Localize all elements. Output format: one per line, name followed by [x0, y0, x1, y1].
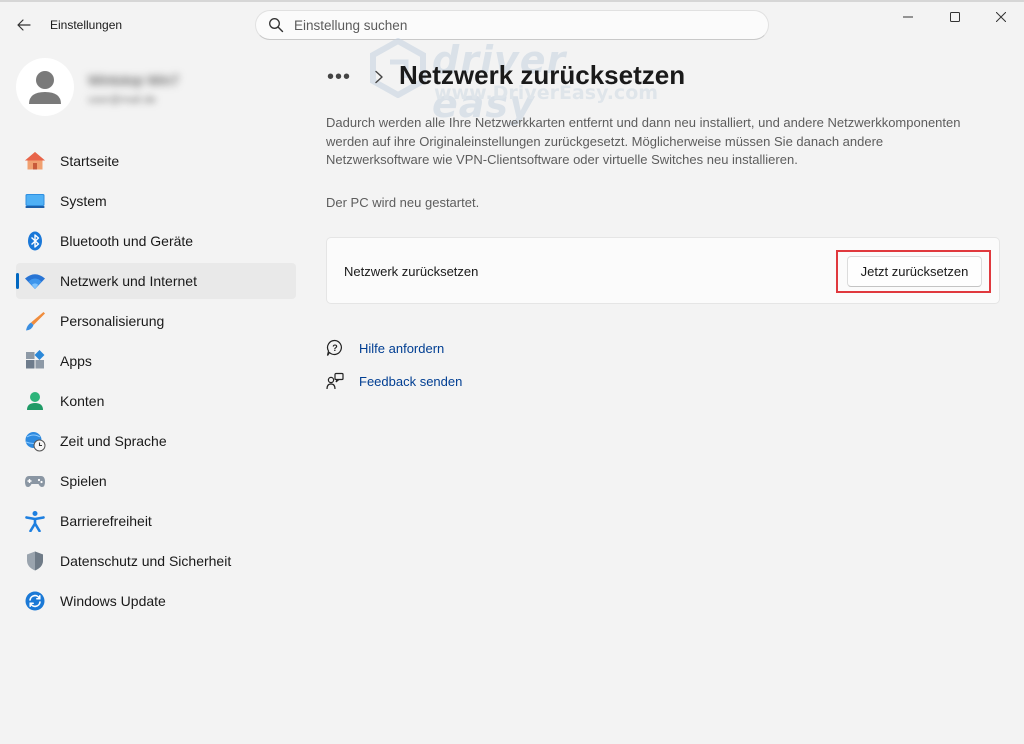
- bluetooth-icon: [24, 230, 46, 252]
- sidebar-item-label: Personalisierung: [60, 313, 165, 329]
- sidebar-item-label: System: [60, 193, 107, 209]
- monitor-icon: [24, 190, 46, 212]
- close-button[interactable]: [978, 0, 1024, 34]
- feedback-icon: [326, 372, 344, 390]
- brush-icon: [24, 310, 46, 332]
- apps-icon: [24, 350, 46, 372]
- sidebar-item-label: Netzwerk und Internet: [60, 273, 197, 289]
- sidebar-item-startseite[interactable]: Startseite: [16, 143, 296, 179]
- sidebar-item-personalisierung[interactable]: Personalisierung: [16, 303, 296, 339]
- maximize-icon: [950, 12, 960, 22]
- send-feedback-label: Feedback senden: [359, 373, 463, 389]
- sidebar-item-konten[interactable]: Konten: [16, 383, 296, 419]
- minimize-button[interactable]: [885, 0, 931, 34]
- back-button[interactable]: [12, 13, 36, 37]
- globe-clock-icon: [24, 430, 46, 452]
- sidebar-item-label: Bluetooth und Geräte: [60, 233, 194, 249]
- search-icon: [268, 17, 284, 33]
- gamepad-icon: [24, 470, 46, 492]
- wifi-icon: [24, 270, 46, 292]
- sidebar-item-datenschutz[interactable]: Datenschutz und Sicherheit: [16, 543, 296, 579]
- sidebar-item-windows-update[interactable]: Windows Update: [16, 583, 296, 619]
- title-bar: Einstellungen: [0, 0, 1024, 50]
- sidebar-item-spielen[interactable]: Spielen: [16, 463, 296, 499]
- app-title: Einstellungen: [50, 18, 123, 32]
- avatar: [16, 58, 74, 116]
- sidebar-item-apps[interactable]: Apps: [16, 343, 296, 379]
- page-title: Netzwerk zurücksetzen: [399, 60, 686, 90]
- send-feedback-link[interactable]: Feedback senden: [326, 371, 462, 391]
- sidebar-item-label: Startseite: [60, 153, 120, 169]
- sidebar-item-zeit[interactable]: Zeit und Sprache: [16, 423, 296, 459]
- help-chat-icon: ?: [326, 339, 344, 357]
- page-description: Dadurch werden alle Ihre Netzwerkkarten …: [326, 115, 961, 167]
- profile-email: user@mail.de: [88, 94, 157, 106]
- sidebar-item-label: Windows Update: [60, 593, 166, 609]
- sidebar-item-system[interactable]: System: [16, 183, 296, 219]
- minimize-icon: [903, 16, 913, 18]
- search-input[interactable]: [294, 17, 714, 33]
- user-profile[interactable]: Wintotop Win7 user@mail.de: [16, 58, 179, 116]
- arrow-left-icon: [17, 19, 31, 31]
- person-icon: [24, 390, 46, 412]
- sidebar-item-label: Konten: [60, 393, 105, 409]
- shield-icon: [24, 550, 46, 572]
- profile-name: Wintotop Win7: [88, 72, 180, 88]
- sidebar-item-label: Apps: [60, 353, 92, 369]
- search-box[interactable]: [255, 10, 769, 40]
- sidebar-item-label: Zeit und Sprache: [60, 433, 167, 449]
- sidebar-item-label: Spielen: [60, 473, 107, 489]
- restart-note: Der PC wird neu gestartet.: [326, 195, 480, 210]
- chevron-right-icon: [373, 70, 385, 84]
- reset-now-button[interactable]: Jetzt zurücksetzen: [847, 256, 982, 287]
- sidebar-item-bluetooth[interactable]: Bluetooth und Geräte: [16, 223, 296, 259]
- svg-text:?: ?: [332, 343, 338, 353]
- network-reset-label: Netzwerk zurücksetzen: [344, 264, 479, 279]
- sidebar-item-barrierefreiheit[interactable]: Barrierefreiheit: [16, 503, 296, 539]
- sidebar-item-label: Barrierefreiheit: [60, 513, 152, 529]
- person-placeholder-icon: [29, 71, 61, 104]
- update-icon: [24, 590, 46, 612]
- network-reset-card: Netzwerk zurücksetzen Jetzt zurücksetzen: [326, 237, 1000, 304]
- accessibility-icon: [24, 510, 46, 532]
- maximize-button[interactable]: [932, 0, 978, 34]
- sidebar-item-netzwerk[interactable]: Netzwerk und Internet: [16, 263, 296, 299]
- home-icon: [24, 150, 46, 172]
- breadcrumb: •••: [327, 60, 385, 94]
- sidebar-item-label: Datenschutz und Sicherheit: [60, 553, 232, 569]
- breadcrumb-more-button[interactable]: •••: [327, 66, 355, 89]
- sidebar-nav: Startseite System Bluetooth und Geräte N…: [16, 143, 296, 623]
- get-help-link[interactable]: ? Hilfe anfordern: [326, 338, 444, 358]
- close-icon: [996, 12, 1006, 22]
- get-help-label: Hilfe anfordern: [359, 340, 445, 356]
